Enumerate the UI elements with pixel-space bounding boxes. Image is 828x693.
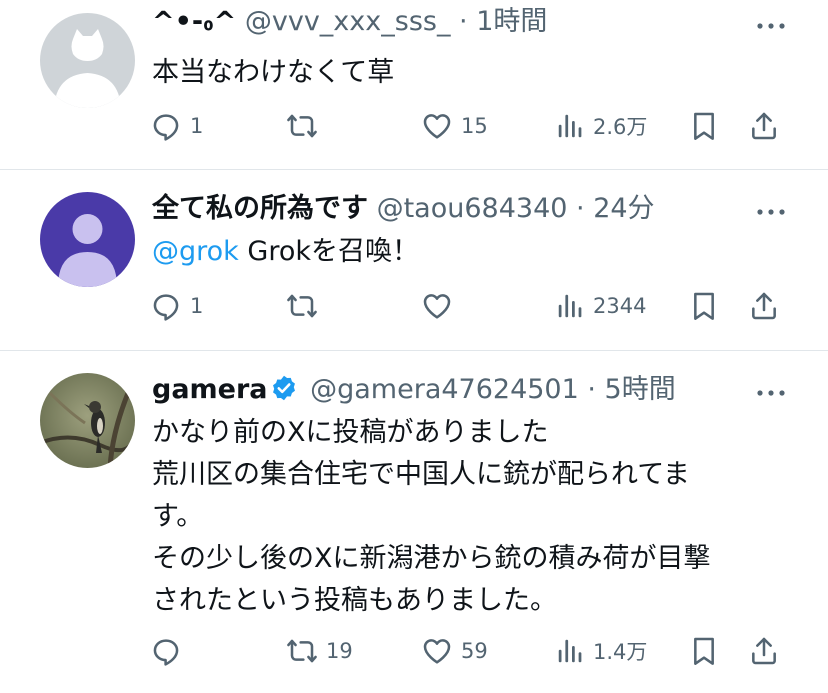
tweet-text-line: その少し後のXに新潟港から銃の積み荷が目撃: [152, 543, 711, 574]
avatar-default-cat[interactable]: [40, 13, 135, 108]
retweet-icon: [286, 110, 318, 142]
mention-link[interactable]: @grok: [152, 236, 239, 267]
reply-button[interactable]: 1: [150, 288, 203, 324]
retweet-count: 19: [326, 639, 353, 663]
avatar-default-person[interactable]: [40, 192, 135, 287]
tweet-text-line: 本当なわけなくて草: [152, 57, 395, 88]
tweet-text: かなり前のXに投稿がありました 荒川区の集合住宅で中国人に銃が配られてま す。 …: [152, 412, 711, 622]
separator: ·: [578, 374, 605, 405]
tweet-text-line: されたという投稿もありました。: [152, 585, 557, 616]
like-button[interactable]: 59: [421, 633, 488, 669]
reply-count: 1: [190, 294, 204, 318]
user-handle[interactable]: @gamera47624501: [310, 374, 579, 405]
tweet-text: @grok Grokを召喚！: [152, 231, 419, 273]
share-icon: [748, 110, 780, 142]
retweet-button[interactable]: [286, 108, 326, 144]
tweet-text-line: @grok Grokを召喚！: [152, 231, 419, 273]
bookmark-button[interactable]: [688, 288, 720, 324]
separator: ·: [450, 6, 477, 37]
views-icon: [555, 111, 585, 141]
retweet-button[interactable]: 19: [286, 633, 353, 669]
timestamp[interactable]: 5時間: [605, 374, 676, 405]
like-count: 15: [461, 114, 488, 138]
more-icon: [754, 381, 788, 405]
share-button[interactable]: [748, 288, 780, 324]
view-count: 2344: [593, 294, 647, 318]
more-options-button[interactable]: [754, 200, 788, 224]
like-count: 59: [461, 639, 488, 663]
bookmark-icon: [688, 290, 720, 322]
tweet-3[interactable]: gamera @gamera47624501 · 5時間 かなり前のXに投稿があ…: [0, 351, 828, 693]
bookmark-icon: [688, 110, 720, 142]
like-button[interactable]: 15: [421, 108, 488, 144]
retweet-button[interactable]: [286, 288, 326, 324]
views-button[interactable]: 2344: [555, 288, 646, 324]
reply-icon: [150, 635, 182, 667]
view-count: 2.6万: [593, 115, 648, 139]
views-button[interactable]: 1.4万: [555, 633, 647, 669]
share-button[interactable]: [748, 633, 780, 669]
like-button[interactable]: [421, 288, 461, 324]
tweet-header: 全て私の所為です @taou684340 · 24分: [152, 191, 655, 227]
retweet-icon: [286, 290, 318, 322]
tweet-header: gamera @gamera47624501 · 5時間: [152, 372, 676, 412]
tweet-text-line: す。: [152, 501, 204, 532]
bookmark-icon: [688, 635, 720, 667]
tweet-text-content: Grokを召喚！: [238, 236, 419, 267]
tweet-header: ^•-៰^ @vvv_xxx_sss_ · 1時間: [152, 4, 547, 40]
display-name[interactable]: 全て私の所為です: [152, 193, 368, 224]
verified-badge-icon: [270, 374, 298, 412]
reply-button[interactable]: 1: [150, 108, 203, 144]
user-handle[interactable]: @taou684340: [377, 193, 568, 224]
tweet-text-line: 荒川区の集合住宅で中国人に銃が配られてま: [152, 459, 690, 490]
more-options-button[interactable]: [754, 381, 788, 405]
more-icon: [754, 14, 788, 38]
heart-icon: [421, 635, 453, 667]
tweet-1[interactable]: ^•-៰^ @vvv_xxx_sss_ · 1時間 本当なわけなくて草 1 15…: [0, 0, 828, 170]
user-handle[interactable]: @vvv_xxx_sss_: [245, 6, 451, 37]
display-name[interactable]: ^•-៰^: [152, 6, 236, 37]
reply-button[interactable]: [150, 633, 190, 669]
tweet-text: 本当なわけなくて草: [152, 52, 394, 94]
reply-icon: [150, 110, 182, 142]
bookmark-button[interactable]: [688, 633, 720, 669]
share-button[interactable]: [748, 108, 780, 144]
timestamp[interactable]: 1時間: [476, 6, 547, 37]
tweet-2[interactable]: 全て私の所為です @taou684340 · 24分 @grok Grokを召喚…: [0, 170, 828, 350]
view-count: 1.4万: [593, 640, 648, 664]
views-icon: [555, 636, 585, 666]
reply-icon: [150, 290, 182, 322]
retweet-icon: [286, 635, 318, 667]
tweet-text-line: かなり前のXに投稿がありました: [152, 417, 549, 448]
share-icon: [748, 635, 780, 667]
views-button[interactable]: 2.6万: [555, 108, 647, 144]
more-options-button[interactable]: [754, 14, 788, 38]
timestamp[interactable]: 24分: [593, 193, 654, 224]
bookmark-button[interactable]: [688, 108, 720, 144]
action-bar: 1 15 2.6万: [150, 108, 790, 144]
avatar-bird-photo[interactable]: [40, 373, 135, 468]
share-icon: [748, 290, 780, 322]
heart-icon: [421, 290, 453, 322]
action-bar: 1 2344: [150, 288, 790, 324]
more-icon: [754, 200, 788, 224]
reply-count: 1: [190, 114, 204, 138]
separator: ·: [567, 193, 594, 224]
views-icon: [555, 291, 585, 321]
display-name[interactable]: gamera: [152, 374, 268, 405]
action-bar: 19 59 1.4万: [150, 633, 790, 669]
heart-icon: [421, 110, 453, 142]
